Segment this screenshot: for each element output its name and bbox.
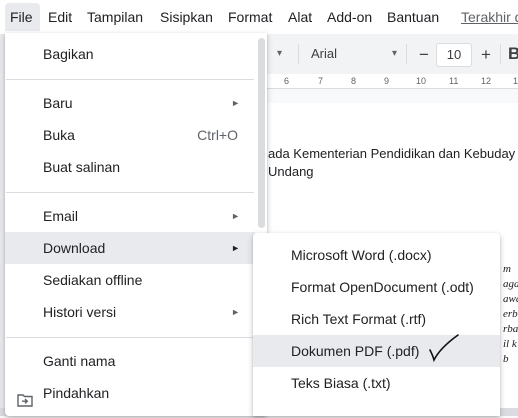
submenu-arrow-icon: ► xyxy=(231,307,240,317)
file-menu-item-buka[interactable]: Buka Ctrl+O xyxy=(5,119,255,151)
file-menu-item-sediakan-offline[interactable]: Sediakan offline xyxy=(5,264,255,296)
menu-divider xyxy=(6,192,254,193)
menu-sisipkan[interactable]: Sisipkan xyxy=(155,3,218,31)
submenu-arrow-icon: ► xyxy=(231,98,240,108)
bold-button[interactable]: B xyxy=(508,42,518,66)
ruler-number: 11 xyxy=(449,76,459,86)
file-menu-item-ganti-nama[interactable]: Ganti nama xyxy=(5,345,255,377)
menu-item-label: Histori versi xyxy=(43,304,117,320)
download-item-txt[interactable]: Teks Biasa (.txt) xyxy=(253,367,500,399)
menu-item-label: Dokumen PDF (.pdf) xyxy=(291,343,420,359)
last-edit-link[interactable]: Terakhir d xyxy=(456,3,518,31)
menu-scrollbar[interactable] xyxy=(258,38,265,228)
decrease-font-size-button[interactable]: − xyxy=(411,42,437,68)
font-dropdown-caret-icon[interactable]: ▾ xyxy=(392,44,397,64)
menu-edit[interactable]: Edit xyxy=(43,3,77,31)
toolbar-divider xyxy=(298,44,299,64)
submenu-arrow-icon: ► xyxy=(231,211,240,221)
style-dropdown-caret-icon[interactable]: ▾ xyxy=(277,44,282,64)
menu-item-label: Teks Biasa (.txt) xyxy=(291,375,391,391)
file-menu-item-pindahkan[interactable]: Pindahkan xyxy=(5,377,255,409)
menu-format[interactable]: Format xyxy=(223,3,277,31)
download-item-pdf[interactable]: Dokumen PDF (.pdf) xyxy=(253,335,500,367)
menu-addon[interactable]: Add-on xyxy=(322,3,377,31)
menu-item-label: Baru xyxy=(43,95,73,111)
ruler-number: 13 xyxy=(513,76,518,86)
download-item-rtf[interactable]: Rich Text Format (.rtf) xyxy=(253,303,500,335)
file-menu-item-buat-salinan[interactable]: Buat salinan xyxy=(5,151,255,183)
ruler-number: 6 xyxy=(284,76,290,86)
document-italic-text: aga xyxy=(503,278,518,290)
file-menu: Bagikan Baru ► Buka Ctrl+O Buat salinan … xyxy=(5,33,267,416)
move-to-folder-icon xyxy=(17,386,33,407)
file-menu-item-histori-versi[interactable]: Histori versi ► xyxy=(5,296,255,328)
menu-bantuan[interactable]: Bantuan xyxy=(382,3,444,31)
download-item-docx[interactable]: Microsoft Word (.docx) xyxy=(253,239,500,271)
ruler-number: 10 xyxy=(416,76,427,86)
document-text-line: Undang xyxy=(268,164,314,179)
menu-item-label: Microsoft Word (.docx) xyxy=(291,247,432,263)
menu-item-label: Rich Text Format (.rtf) xyxy=(291,311,427,327)
menu-item-label: Email xyxy=(43,208,79,224)
menu-item-label: Buka xyxy=(43,127,75,143)
menu-item-label: Buat salinan xyxy=(43,159,121,175)
shortcut-label: Ctrl+O xyxy=(197,127,238,143)
ruler-number: 12 xyxy=(481,76,492,86)
menu-tampilan[interactable]: Tampilan xyxy=(82,3,148,31)
file-menu-item-bagikan[interactable]: Bagikan xyxy=(5,38,255,70)
ruler-number: 9 xyxy=(384,76,390,86)
font-size-input[interactable]: 10 xyxy=(436,43,472,67)
menu-item-label: Ganti nama xyxy=(43,353,116,369)
document-italic-text: il k xyxy=(503,338,517,350)
toolbar-divider xyxy=(500,44,501,64)
document-italic-text: m xyxy=(503,263,511,275)
menu-item-label: Pindahkan xyxy=(43,385,110,401)
menu-item-label: Download xyxy=(43,240,106,256)
document-italic-text: b xyxy=(503,353,509,365)
ruler-number: 8 xyxy=(351,76,357,86)
increase-font-size-button[interactable]: + xyxy=(473,42,499,68)
file-menu-item-download[interactable]: Download ► xyxy=(5,232,255,264)
menu-divider xyxy=(6,79,254,80)
document-italic-text: erb xyxy=(503,308,518,320)
file-menu-item-email[interactable]: Email ► xyxy=(5,200,255,232)
menu-item-label: Sediakan offline xyxy=(43,272,143,288)
checkmark-annotation-icon xyxy=(429,334,459,363)
menu-file[interactable]: File xyxy=(5,3,40,31)
ruler-number: 7 xyxy=(318,76,324,86)
document-italic-text: rbag xyxy=(503,323,518,335)
download-item-odt[interactable]: Format OpenDocument (.odt) xyxy=(253,271,500,303)
menu-alat[interactable]: Alat xyxy=(283,3,317,31)
font-family-select[interactable]: Arial xyxy=(311,44,337,64)
menu-divider xyxy=(6,337,254,338)
toolbar-divider xyxy=(406,44,407,64)
submenu-arrow-icon: ► xyxy=(231,243,240,253)
download-submenu: Microsoft Word (.docx) Format OpenDocume… xyxy=(253,233,500,416)
document-italic-text: awa xyxy=(503,293,518,305)
document-text-line: ada Kementerian Pendidikan dan Kebuday xyxy=(268,146,516,161)
menu-item-label: Format OpenDocument (.odt) xyxy=(291,279,474,295)
menu-item-label: Bagikan xyxy=(43,46,94,62)
file-menu-item-baru[interactable]: Baru ► xyxy=(5,87,255,119)
menubar: File Edit Tampilan Sisipkan Format Alat … xyxy=(0,0,518,34)
